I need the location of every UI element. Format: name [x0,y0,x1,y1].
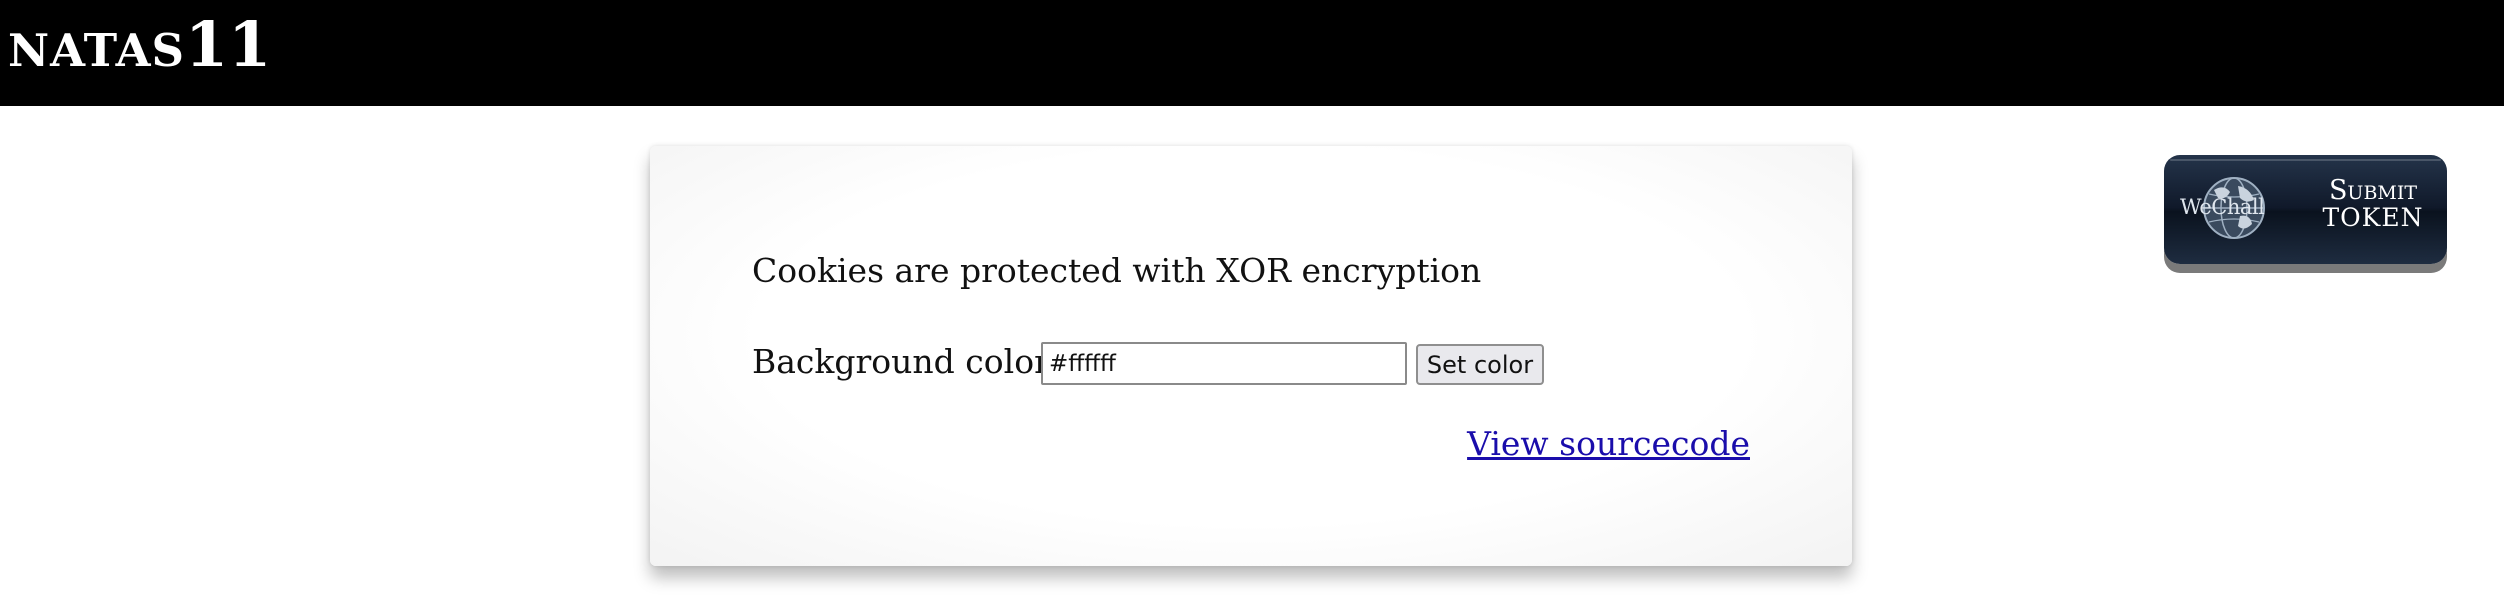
page-title: NATAS11 [8,14,271,76]
intro-text: Cookies are protected with XOR encryptio… [752,251,1482,290]
submit-token-button[interactable]: WeChall Submit TOKEN [2164,155,2447,264]
content-panel: Cookies are protected with XOR encryptio… [650,146,1852,566]
set-color-button[interactable]: Set color [1416,344,1544,385]
background-color-input[interactable] [1041,342,1407,385]
submit-label: Submit [2328,175,2418,206]
page-header: NATAS11 [0,0,2504,106]
page-title-number: 11 [185,8,272,81]
page-title-prefix: NATAS [8,24,186,77]
background-color-label: Background color: [752,342,1061,381]
wechall-logo-text: WeChall [2180,195,2265,219]
token-label: TOKEN [2322,203,2424,233]
submit-token-label: Submit TOKEN [2308,175,2438,233]
view-sourcecode-link[interactable]: View sourcecode [1467,424,1750,463]
